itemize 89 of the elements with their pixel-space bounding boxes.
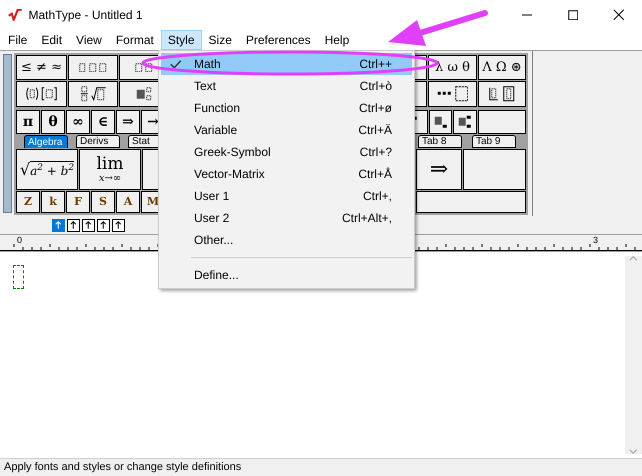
palette-tab[interactable]: Tab 9 [472,135,516,148]
palette-button[interactable] [68,55,118,80]
status-text: Apply fonts and styles or change style definitions [4,460,242,476]
arrow-up-icon [70,220,77,230]
palette-button[interactable]: √a$^{2}$ + b$^{2}$ [16,149,78,190]
shortcut-label: Ctrl+, [362,188,392,205]
palette-button[interactable] [428,81,477,107]
palette-button[interactable]: Z [16,191,40,214]
palette-tab[interactable]: Tab 8 [418,135,462,148]
palette-tab[interactable]: Derivs [76,135,120,148]
close-icon [613,9,625,21]
arrow-up-icon [55,220,62,230]
palette-button[interactable] [478,110,526,134]
menu-item[interactable]: File [1,30,34,50]
palette-button[interactable]: ≤ ≠ ≈ [16,55,67,80]
palette-button[interactable] [16,81,67,107]
palette-button[interactable] [429,110,452,134]
menu-item-label: Function [194,100,242,117]
menu-item[interactable]: Size [202,30,239,50]
menu-item[interactable]: Format [108,30,161,50]
palette-button[interactable]: Λ Ω ⊛ [478,55,526,80]
shortcut-label: Ctrl+Alt+, [342,210,392,227]
arrow-up-icon [115,220,122,230]
scroll-down-icon [629,449,638,454]
size-button[interactable] [67,218,80,232]
menu-item-label: Variable [194,122,238,139]
shortcut-label: Ctrl+ò [360,78,392,95]
palette-button[interactable]: ⇒ [416,149,462,190]
palette-button[interactable]: π [16,110,40,134]
palette-button[interactable] [463,149,526,190]
palette-button[interactable] [68,81,118,107]
arrow-up-icon [85,220,92,230]
menu-item[interactable]: Other... [161,229,412,251]
menu-item-label: User 2 [194,210,230,227]
palette-button[interactable]: lim x→∞ [79,149,141,190]
menu-item-label: Greek-Symbol [194,144,272,161]
matrix-template-icon [436,86,468,102]
menu-item[interactable]: Vector-Matrix Ctrl+Å [161,163,412,185]
shortcut-label: Ctrl+ø [359,100,392,117]
menu-item[interactable]: Edit [34,30,70,50]
menu-item[interactable]: Define... [161,264,412,286]
menu-item-label: User 1 [194,188,230,205]
palette-button[interactable]: S [91,191,115,214]
palette-button[interactable]: A [116,191,140,214]
size-button[interactable] [82,218,95,232]
palette-button[interactable]: ⇒ [116,110,140,134]
palette-button[interactable]: ∞ [66,110,90,134]
palette-button[interactable]: θ [41,110,65,134]
size-button[interactable] [97,218,110,232]
maximize-icon [568,10,578,20]
window-title: MathType - Untitled 1 [28,7,143,24]
menu-item-label: Vector-Matrix [194,166,266,183]
script-template-icon [434,116,448,128]
dotted-template-icon [135,62,153,72]
shortcut-label: Ctrl++ [359,56,392,73]
size-button[interactable] [112,218,125,232]
menu-item[interactable]: Text Ctrl+ò [161,75,412,97]
toolbar-handle[interactable] [3,54,12,213]
palette-tab[interactable]: Algebra [24,135,68,148]
bracket-template-icon [26,87,57,101]
shortcut-label: Ctrl+? [360,144,392,161]
menu-item[interactable]: Help [318,30,356,50]
palette-button[interactable] [416,191,526,214]
fraction-root-template-icon [80,86,106,102]
palette-button[interactable]: k [41,191,65,214]
scroll-up-icon [629,256,638,261]
menu-item-label: Define... [194,267,240,284]
menu-item[interactable]: Style [160,30,202,50]
arrow-up-icon [100,220,107,230]
column-template-icon [489,86,515,102]
shortcut-label: Ctrl+Ä [358,122,392,139]
shortcut-label: Ctrl+Å [358,166,392,183]
palette-button[interactable] [453,110,477,134]
menu-item-label: Text [194,78,218,95]
ruler-label: 0 [16,235,24,245]
vertical-scrollbar[interactable] [625,256,642,454]
palette-button[interactable]: F [66,191,90,214]
menu-item-label: Math [194,56,222,73]
script-template-icon [136,87,152,101]
dotted-template-icon [79,62,107,72]
menu-item[interactable]: View [69,30,109,50]
palette-button[interactable]: ∈ [91,110,115,134]
palette-button[interactable] [478,81,526,107]
menu-item[interactable]: Preferences [238,30,318,50]
app-logo-icon [8,9,22,21]
insertion-box [13,265,24,289]
menu-item-label: Other... [194,232,234,249]
script-template-icon [458,115,472,129]
ruler-label: 3 [592,235,600,245]
